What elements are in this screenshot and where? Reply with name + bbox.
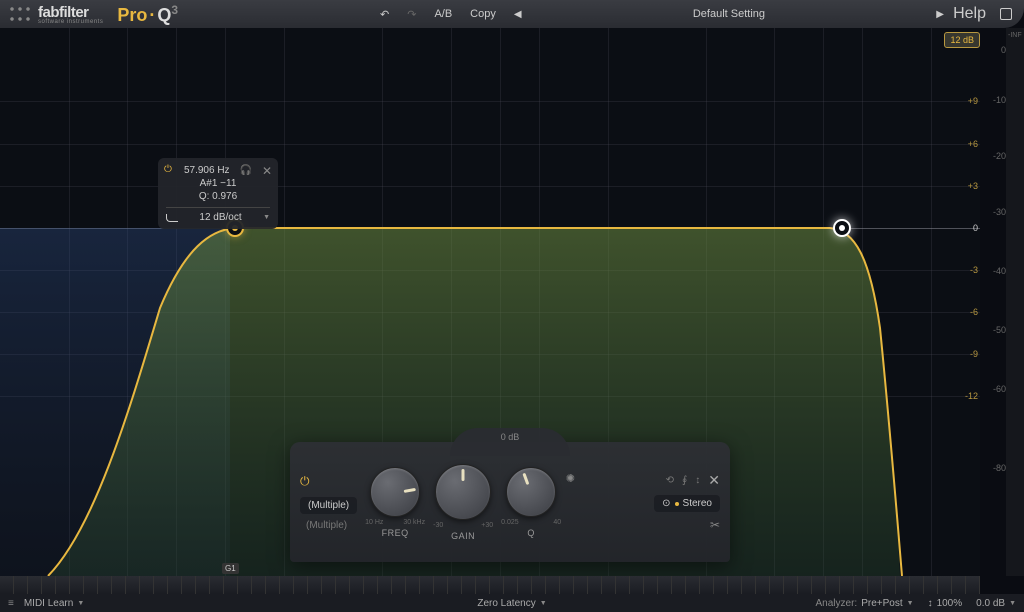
analyzer-scale: 0 -10 -20 -30 -40 -50 -60 -80 xyxy=(980,28,1006,576)
filter-slope-selector[interactable]: (Multiple) xyxy=(300,520,347,531)
band-freq-value[interactable]: 57.906 Hz xyxy=(184,165,230,176)
panel-power-icon[interactable]: ⏻ xyxy=(300,474,310,489)
output-meter[interactable]: -INF xyxy=(1006,28,1024,576)
product-name: Pro·Q3 xyxy=(117,3,178,26)
band-split-icon[interactable]: ✂ xyxy=(710,518,720,532)
analyzer-mode[interactable]: Analyzer: Pre+Post▼ xyxy=(816,598,914,609)
freq-label: FREQ xyxy=(382,528,409,538)
meter-peak-label: -INF xyxy=(1008,32,1022,39)
q-knob[interactable] xyxy=(506,467,556,517)
band-q-value[interactable]: Q: 0.976 xyxy=(199,191,237,202)
fullscreen-icon[interactable] xyxy=(1000,8,1012,20)
dynamic-eq-icon[interactable]: ⟲ xyxy=(666,475,674,486)
band-slope-value[interactable]: 12 dB/oct xyxy=(182,212,259,223)
redo-button[interactable]: ↷ xyxy=(407,8,416,21)
panel-close-icon[interactable]: ✕ xyxy=(708,472,720,489)
piano-keyboard[interactable]: G1 xyxy=(0,576,980,594)
latency-mode-selector[interactable]: Zero Latency▼ xyxy=(477,598,546,609)
prev-preset-button[interactable]: ◀ xyxy=(514,9,522,20)
band-power-icon[interactable]: ⏻ xyxy=(164,164,172,175)
stereo-placement-selector[interactable]: ⊙ Stereo xyxy=(654,495,720,512)
band-note-value: A#1 −11 xyxy=(200,178,237,189)
brand-tagline: software instruments xyxy=(38,19,103,25)
bottombar: ≡ MIDI Learn▼ Zero Latency▼ Analyzer: Pr… xyxy=(0,594,1024,612)
help-button[interactable]: Help xyxy=(953,5,986,23)
band-handle-2[interactable] xyxy=(833,219,851,237)
undo-button[interactable]: ↶ xyxy=(380,8,389,21)
freq-knob[interactable] xyxy=(370,467,420,517)
phase-icon[interactable]: ∮ xyxy=(682,475,687,486)
band-tooltip: ⏻ ✕ 57.906 Hz 🎧 A#1 −11 Q: 0.976 12 dB/o… xyxy=(158,158,278,229)
next-preset-button[interactable]: ▶ xyxy=(936,9,944,20)
midi-learn-button[interactable]: MIDI Learn▼ xyxy=(24,598,84,609)
gain-scale-gear-icon[interactable]: ✺ xyxy=(566,472,575,485)
db-range-selector[interactable]: 12 dB xyxy=(944,32,980,48)
gain-knob[interactable] xyxy=(435,464,491,520)
stereo-link-icon: ⊙ xyxy=(662,498,670,509)
brand-text: fabfilter software instruments xyxy=(38,4,103,25)
fabfilter-logo-icon xyxy=(8,5,32,23)
filter-type-selector[interactable]: (Multiple) xyxy=(300,497,357,514)
brand-name: fabfilter xyxy=(38,4,89,21)
invert-icon[interactable]: ↕ xyxy=(695,475,700,486)
ab-toggle[interactable]: A/B xyxy=(434,8,452,20)
top-center-controls: ↶ ↷ A/B Copy ◀ Default Setting ▶ xyxy=(380,8,944,21)
band-tooltip-close-icon[interactable]: ✕ xyxy=(262,164,272,178)
preset-name[interactable]: Default Setting xyxy=(540,8,919,20)
brand-area: fabfilter software instruments Pro·Q3 xyxy=(0,3,186,26)
piano-note-label: G1 xyxy=(222,563,239,574)
q-label: Q xyxy=(527,528,535,538)
top-right-controls: Help xyxy=(953,5,1012,23)
band-control-panel: 0 dB ✺ ⏻ (Multiple) (Multiple) 10 Hz30 k… xyxy=(290,442,730,562)
output-scale[interactable]: ↕100% xyxy=(928,598,963,609)
copy-button[interactable]: Copy xyxy=(470,8,496,20)
gain-label: GAIN xyxy=(451,531,475,541)
filter-shape-icon[interactable] xyxy=(166,214,178,222)
gain-readout: 0 dB xyxy=(501,432,520,442)
menu-icon[interactable]: ≡ xyxy=(8,598,14,609)
headphone-solo-icon[interactable]: 🎧 xyxy=(240,165,252,176)
topbar: fabfilter software instruments Pro·Q3 ↶ … xyxy=(0,0,1024,28)
slope-dropdown-icon[interactable]: ▼ xyxy=(263,214,270,221)
output-gain[interactable]: 0.0 dB▼ xyxy=(976,598,1016,609)
